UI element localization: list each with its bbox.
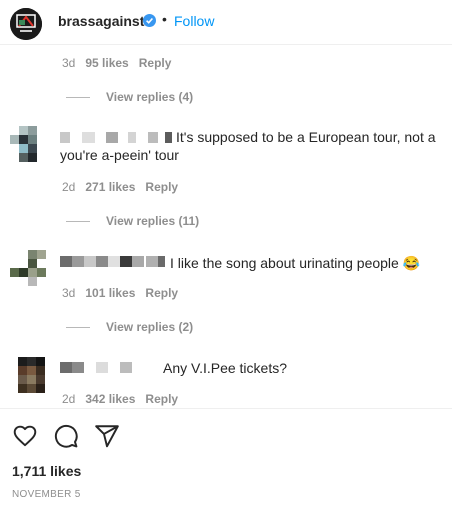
verified-badge-icon <box>143 14 156 27</box>
reply-button[interactable]: Reply <box>145 392 178 406</box>
view-replies-button[interactable]: View replies (11) <box>66 214 199 228</box>
post-date: NOVEMBER 5 <box>12 489 81 500</box>
comment-text-content: I like the song about urinating people <box>170 255 399 271</box>
view-replies-button[interactable]: View replies (4) <box>66 90 193 104</box>
view-replies-label: View replies (2) <box>106 320 194 334</box>
comment-text: It's supposed to be a European tour, not… <box>60 129 436 163</box>
comment-likes[interactable]: 101 likes <box>85 286 135 300</box>
brand-logo-icon <box>10 8 42 40</box>
laughing-emoji-icon: 😂 <box>402 255 421 271</box>
view-replies-button[interactable]: View replies (2) <box>66 320 193 334</box>
follow-button[interactable]: Follow <box>174 13 214 29</box>
comment-meta: 3d 101 likes Reply <box>62 286 178 300</box>
view-replies-line <box>66 97 90 99</box>
comment-age: 2d <box>62 392 76 406</box>
post-likes-count[interactable]: 1,711 likes <box>12 463 81 479</box>
reply-button[interactable]: Reply <box>145 286 178 300</box>
comment-text: Any V.I.Pee tickets? <box>163 360 287 376</box>
commenter-avatar[interactable] <box>10 250 46 286</box>
comment-meta: 2d 271 likes Reply <box>62 180 178 194</box>
reply-button[interactable]: Reply <box>139 56 172 70</box>
comment-meta: 3d 95 likes Reply <box>62 56 171 70</box>
commenter-avatar[interactable] <box>10 126 46 162</box>
comment-text: I like the song about urinating people 😂 <box>170 254 420 272</box>
header-separator: • <box>162 11 167 27</box>
post-header: brassagainst • Follow <box>0 0 452 45</box>
post-author-username[interactable]: brassagainst <box>58 13 144 29</box>
comment-likes[interactable]: 342 likes <box>85 392 135 406</box>
view-replies-line <box>66 327 90 329</box>
view-replies-label: View replies (4) <box>106 90 194 104</box>
comment-age: 3d <box>62 56 76 70</box>
reply-button[interactable]: Reply <box>145 180 178 194</box>
redacted-username[interactable] <box>60 362 135 373</box>
comment-icon[interactable] <box>53 423 79 449</box>
heart-icon[interactable] <box>12 423 38 449</box>
brand-avatar[interactable] <box>10 8 42 40</box>
view-replies-line <box>66 221 90 223</box>
comment-likes[interactable]: 95 likes <box>85 56 128 70</box>
comment-age: 2d <box>62 180 76 194</box>
share-icon[interactable] <box>94 423 120 449</box>
view-replies-label: View replies (11) <box>106 214 200 228</box>
comment-meta: 2d 342 likes Reply <box>62 392 178 406</box>
comment-likes[interactable]: 271 likes <box>85 180 135 194</box>
commenter-avatar[interactable] <box>18 357 54 393</box>
comment-age: 3d <box>62 286 76 300</box>
redacted-username[interactable] <box>60 256 165 267</box>
actions-divider <box>0 408 452 409</box>
